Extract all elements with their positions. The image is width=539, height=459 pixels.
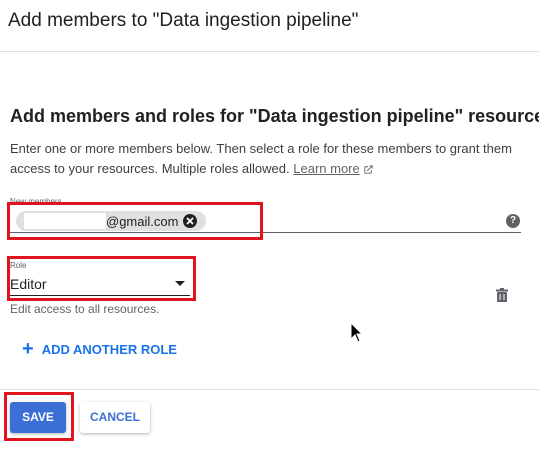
save-button[interactable]: SAVE bbox=[10, 402, 66, 433]
caret-down-icon bbox=[175, 281, 185, 286]
redacted-email bbox=[24, 213, 106, 229]
close-x-glyph bbox=[186, 217, 194, 225]
description-text: Enter one or more members below. Then se… bbox=[10, 141, 512, 176]
external-link-icon bbox=[364, 165, 373, 174]
members-label: New members bbox=[10, 197, 62, 206]
divider bbox=[0, 389, 539, 390]
role-label: Role bbox=[10, 261, 27, 270]
add-another-role-label: ADD ANOTHER ROLE bbox=[41, 341, 177, 357]
dialog-title: Add members to "Data ingestion pipeline" bbox=[8, 10, 359, 31]
description: Enter one or more members below. Then se… bbox=[10, 139, 530, 179]
add-members-dialog: Add members to "Data ingestion pipeline"… bbox=[0, 0, 539, 459]
help-icon[interactable]: ? bbox=[506, 214, 520, 228]
cancel-button[interactable]: CANCEL bbox=[80, 402, 150, 433]
plus-icon: + bbox=[22, 338, 34, 360]
role-helper-text: Edit access to all resources. bbox=[10, 302, 160, 316]
close-circle-icon[interactable] bbox=[183, 214, 197, 228]
role-select-value: Editor bbox=[10, 276, 47, 292]
member-chip-text: @gmail.com bbox=[106, 214, 179, 229]
mouse-pointer-icon bbox=[350, 322, 364, 343]
learn-more-link[interactable]: Learn more bbox=[293, 161, 359, 176]
members-input[interactable]: @gmail.com bbox=[10, 207, 521, 233]
role-select[interactable]: Editor bbox=[10, 273, 190, 296]
trash-icon[interactable] bbox=[496, 288, 508, 302]
divider bbox=[0, 51, 539, 52]
section-heading: Add members and roles for "Data ingestio… bbox=[10, 106, 539, 126]
add-another-role-button[interactable]: + ADD ANOTHER ROLE bbox=[22, 339, 177, 359]
member-chip[interactable]: @gmail.com bbox=[16, 211, 206, 231]
